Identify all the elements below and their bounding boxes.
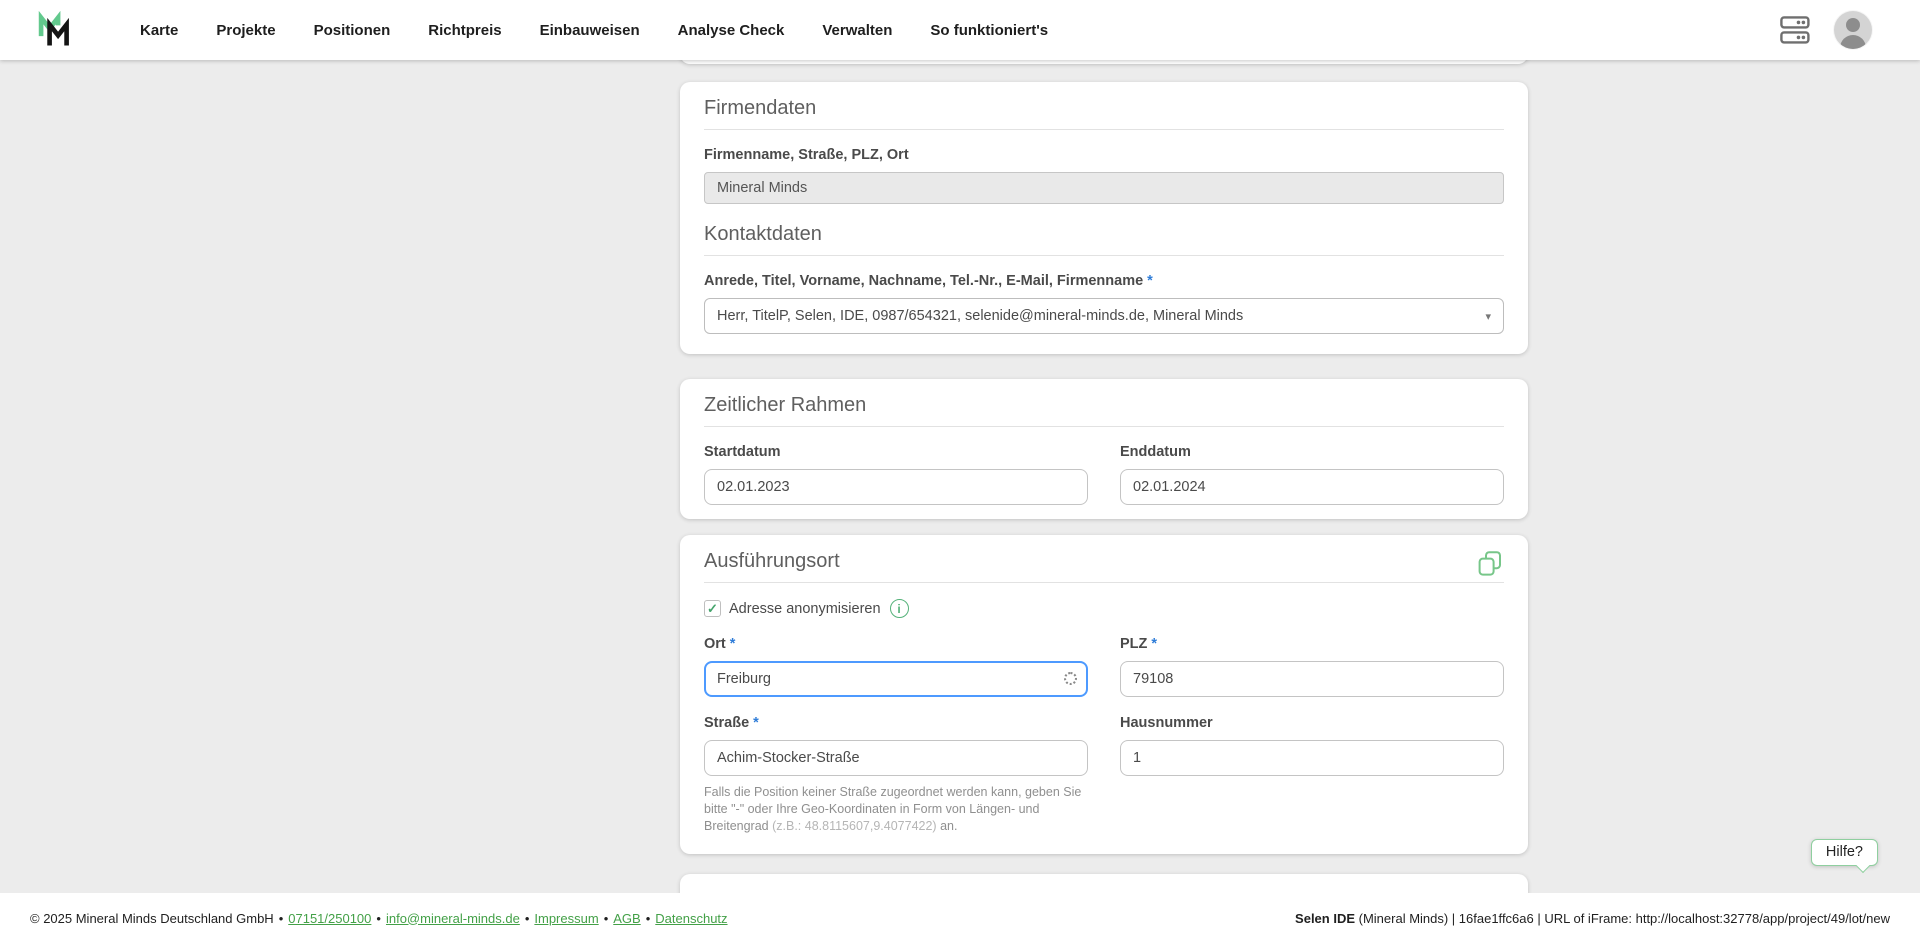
plz-label-text: PLZ: [1120, 635, 1147, 653]
footer: © 2025 Mineral Minds Deutschland GmbH • …: [0, 893, 1920, 943]
nav-item-analyse-check[interactable]: Analyse Check: [678, 22, 785, 39]
divider: [704, 582, 1504, 583]
enddatum-label: Enddatum: [1120, 443, 1504, 461]
nav-item-einbauweisen[interactable]: Einbauweisen: [540, 22, 640, 39]
avatar-head-icon: [1846, 18, 1860, 32]
strasse-helper-text: Falls die Position keiner Straße zugeord…: [704, 784, 1088, 835]
copy-icon[interactable]: [1478, 551, 1502, 577]
divider: [704, 129, 1504, 130]
startdatum-field: Startdatum: [704, 443, 1088, 505]
ausfuehrungsort-card: Ausführungsort ✓ Adresse anonymisieren i…: [680, 535, 1528, 854]
avatar-shoulders-icon: [1840, 35, 1866, 49]
kontakt-select-value: Herr, TitelP, Selen, IDE, 0987/654321, s…: [717, 308, 1243, 324]
kontakt-select[interactable]: Herr, TitelP, Selen, IDE, 0987/654321, s…: [704, 298, 1504, 334]
loading-spinner-icon: [1064, 672, 1077, 685]
nav-item-richtpreis[interactable]: Richtpreis: [428, 22, 501, 39]
strasse-field: Straße * Falls die Position keiner Straß…: [704, 714, 1088, 835]
strasse-label-text: Straße: [704, 714, 749, 732]
footer-separator: •: [525, 911, 530, 926]
nav-item-positionen[interactable]: Positionen: [314, 22, 391, 39]
help-bubble-tail: [1856, 859, 1870, 873]
chevron-down-icon: ▾: [1485, 310, 1491, 323]
ort-field: Ort *: [704, 635, 1088, 697]
hausnummer-label: Hausnummer: [1120, 714, 1504, 732]
help-button-label: Hilfe?: [1826, 844, 1863, 860]
footer-separator: •: [376, 911, 381, 926]
enddatum-input[interactable]: [1120, 469, 1504, 505]
firmendaten-card: Firmendaten Firmenname, Straße, PLZ, Ort…: [680, 82, 1528, 354]
nav-item-verwalten[interactable]: Verwalten: [822, 22, 892, 39]
plz-input[interactable]: [1120, 661, 1504, 697]
ausfuehrungsort-title: Ausführungsort: [704, 549, 1504, 573]
hausnummer-field: Hausnummer: [1120, 714, 1504, 835]
ort-label: Ort *: [704, 635, 1088, 653]
enddatum-field: Enddatum: [1120, 443, 1504, 505]
nav-item-so-funktionierts[interactable]: So funktioniert's: [930, 22, 1048, 39]
strasse-label: Straße *: [704, 714, 1088, 732]
startdatum-label: Startdatum: [704, 443, 1088, 461]
footer-link-agb[interactable]: AGB: [613, 911, 640, 926]
info-icon[interactable]: i: [890, 599, 909, 618]
plz-field: PLZ *: [1120, 635, 1504, 697]
footer-link-datenschutz[interactable]: Datenschutz: [655, 911, 727, 926]
nav-item-karte[interactable]: Karte: [140, 22, 178, 39]
anonymize-checkbox[interactable]: ✓: [704, 600, 721, 617]
required-asterisk: *: [1151, 635, 1157, 653]
appbar-right: [1780, 11, 1872, 49]
ort-input[interactable]: [704, 661, 1088, 697]
startdatum-input[interactable]: [704, 469, 1088, 505]
ort-label-text: Ort: [704, 635, 726, 653]
hausnummer-input[interactable]: [1120, 740, 1504, 776]
footer-status-text: Selen IDE (Mineral Minds) | 16fae1ffc6a6…: [1295, 911, 1890, 926]
anonymize-row: ✓ Adresse anonymisieren i: [704, 599, 1504, 618]
firmenname-input[interactable]: [704, 172, 1504, 204]
helper-text-example: (z.B.: 48.8115607,9.4077422): [772, 819, 936, 833]
footer-separator: •: [646, 911, 651, 926]
divider: [704, 426, 1504, 427]
server-stack-icon[interactable]: [1780, 16, 1810, 44]
startdatum-label-text: Startdatum: [704, 443, 781, 461]
footer-left: © 2025 Mineral Minds Deutschland GmbH • …: [30, 911, 728, 926]
kontakt-label-text: Anrede, Titel, Vorname, Nachname, Tel.-N…: [704, 272, 1143, 290]
hausnummer-label-text: Hausnummer: [1120, 714, 1213, 732]
footer-ide-details: (Mineral Minds) | 16fae1ffc6a6 | URL of …: [1355, 911, 1890, 926]
plz-label: PLZ *: [1120, 635, 1504, 653]
zeitraum-title: Zeitlicher Rahmen: [704, 393, 1504, 417]
footer-ide-name: Selen IDE: [1295, 911, 1355, 926]
footer-separator: •: [279, 911, 284, 926]
user-avatar[interactable]: [1834, 11, 1872, 49]
required-asterisk: *: [753, 714, 759, 732]
firmendaten-title: Firmendaten: [704, 96, 1504, 120]
copyright-text: © 2025 Mineral Minds Deutschland GmbH: [30, 911, 274, 926]
nav-item-projekte[interactable]: Projekte: [216, 22, 275, 39]
kontaktdaten-title: Kontaktdaten: [704, 222, 1504, 246]
main-nav: Karte Projekte Positionen Richtpreis Ein…: [140, 22, 1048, 39]
footer-link-impressum[interactable]: Impressum: [534, 911, 598, 926]
app-bar: Karte Projekte Positionen Richtpreis Ein…: [0, 0, 1920, 60]
footer-link-email[interactable]: info@mineral-minds.de: [386, 911, 520, 926]
anonymize-label: Adresse anonymisieren: [729, 601, 881, 617]
firmenname-label-text: Firmenname, Straße, PLZ, Ort: [704, 146, 909, 164]
enddatum-label-text: Enddatum: [1120, 443, 1191, 461]
helper-text-end: an.: [937, 819, 958, 833]
footer-link-phone[interactable]: 07151/250100: [288, 911, 371, 926]
divider: [704, 255, 1504, 256]
form-column: Firmendaten Firmenname, Straße, PLZ, Ort…: [680, 60, 1528, 914]
required-asterisk: *: [730, 635, 736, 653]
strasse-input[interactable]: [704, 740, 1088, 776]
required-asterisk: *: [1147, 272, 1153, 290]
mineral-minds-logo-icon[interactable]: [38, 9, 72, 51]
zeitraum-card: Zeitlicher Rahmen Startdatum Enddatum: [680, 379, 1528, 519]
footer-separator: •: [604, 911, 609, 926]
firmenname-label: Firmenname, Straße, PLZ, Ort: [704, 146, 1504, 164]
kontakt-label: Anrede, Titel, Vorname, Nachname, Tel.-N…: [704, 272, 1504, 290]
help-button[interactable]: Hilfe?: [1811, 839, 1878, 866]
checkmark-icon: ✓: [707, 602, 718, 615]
